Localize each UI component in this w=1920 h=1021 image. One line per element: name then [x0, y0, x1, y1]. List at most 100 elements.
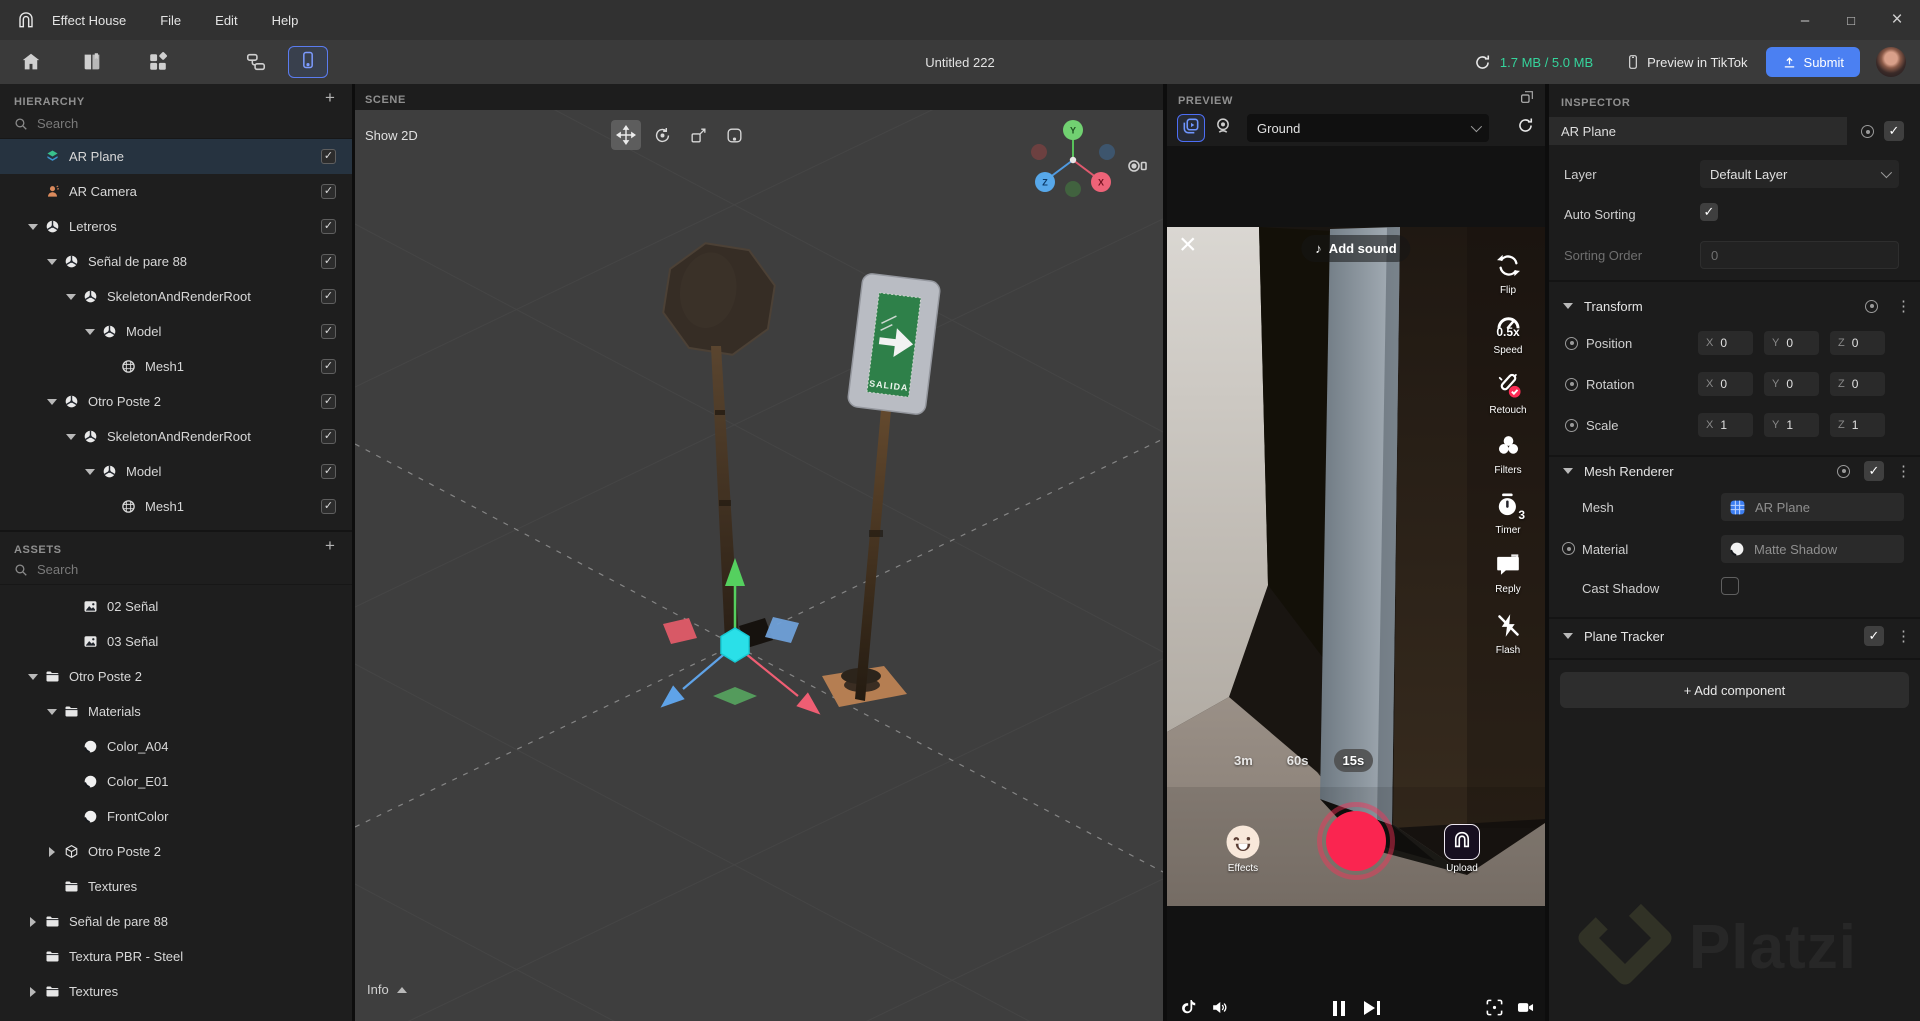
axis-value-field[interactable]: Y1	[1764, 413, 1819, 437]
info-toggle[interactable]: Info	[367, 982, 407, 997]
close-icon[interactable]: ×	[1874, 0, 1920, 40]
hierarchy-row[interactable]: Mesh1 ✓	[0, 489, 352, 524]
scale-tool-icon[interactable]	[683, 120, 713, 150]
hierarchy-row[interactable]: SkeletonAndRenderRoot ✓	[0, 279, 352, 314]
visibility-checkbox[interactable]: ✓	[321, 219, 336, 234]
entity-name-input[interactable]	[1549, 117, 1847, 145]
collapse-arrow-icon[interactable]	[83, 325, 97, 339]
visibility-checkbox[interactable]: ✓	[321, 149, 336, 164]
add-component-button[interactable]: + Add component	[1560, 672, 1909, 708]
move-gizmo-icon[interactable]	[655, 558, 827, 722]
menu-file[interactable]: File	[160, 13, 181, 28]
flip-button[interactable]: Flip	[1477, 252, 1539, 312]
hierarchy-search[interactable]	[0, 110, 352, 139]
asset-row[interactable]: 02 Señal	[0, 589, 352, 624]
duration-option[interactable]: 60s	[1278, 749, 1318, 772]
kebab-menu-icon[interactable]: ⋮	[1896, 297, 1911, 315]
cast-shadow-checkbox[interactable]	[1721, 577, 1739, 595]
collapse-arrow-icon[interactable]	[83, 465, 97, 479]
hierarchy-row[interactable]: AR Plane ✓	[0, 139, 352, 174]
hierarchy-row[interactable]: Otro Poste 2 ✓	[0, 384, 352, 419]
kebab-menu-icon[interactable]: ⋮	[1896, 462, 1911, 480]
tracking-source-dropdown[interactable]: Ground	[1247, 114, 1489, 142]
asset-row[interactable]: FrontColor	[0, 799, 352, 834]
show-2d-button[interactable]: Show 2D	[365, 128, 418, 143]
collapse-arrow-icon[interactable]	[45, 395, 59, 409]
reply-button[interactable]: Reply	[1477, 552, 1539, 612]
effects-button[interactable]	[1225, 824, 1261, 860]
refresh-icon[interactable]	[1473, 53, 1492, 72]
flash-button[interactable]: Flash	[1477, 612, 1539, 672]
target-toggle-icon[interactable]	[1865, 299, 1878, 313]
asset-row[interactable]: Color_A04	[0, 729, 352, 764]
record-button[interactable]	[1317, 802, 1395, 880]
device-preview-button[interactable]	[288, 46, 328, 78]
library-icon[interactable]	[79, 49, 105, 75]
entity-enabled-checkbox[interactable]: ✓	[1884, 121, 1904, 141]
view-orientation-gizmo[interactable]: Y Z X	[1018, 116, 1128, 206]
plane-tracker-section-header[interactable]: Plane Tracker ✓ ⋮	[1549, 621, 1920, 651]
auto-sorting-checkbox[interactable]: ✓	[1700, 203, 1718, 221]
target-toggle-icon[interactable]	[1565, 336, 1578, 350]
target-toggle-icon[interactable]	[1861, 125, 1874, 138]
scene-viewport[interactable]: SALIDA Y Z X Show 2D Info	[355, 110, 1163, 1021]
axis-value-field[interactable]: Z0	[1830, 331, 1885, 355]
menu-help[interactable]: Help	[272, 13, 299, 28]
hierarchy-row[interactable]: Letreros ✓	[0, 209, 352, 244]
speaker-icon[interactable]	[1210, 998, 1229, 1017]
axis-value-field[interactable]: X0	[1698, 331, 1753, 355]
rotate-tool-icon[interactable]	[647, 120, 677, 150]
templates-icon[interactable]	[145, 49, 171, 75]
assets-search[interactable]	[0, 556, 352, 585]
axis-value-field[interactable]: Z1	[1830, 413, 1885, 437]
rect-tool-icon[interactable]	[719, 120, 749, 150]
duration-option[interactable]: 3m	[1225, 749, 1262, 772]
collapse-arrow-icon[interactable]	[26, 670, 40, 684]
maximize-icon[interactable]: □	[1828, 0, 1874, 40]
minimize-icon[interactable]: –	[1782, 0, 1828, 40]
submit-button[interactable]: Submit	[1765, 47, 1860, 77]
simulation-mode-button[interactable]	[1177, 114, 1205, 142]
mesh-value-field[interactable]: AR Plane	[1721, 493, 1904, 521]
visibility-checkbox[interactable]: ✓	[321, 464, 336, 479]
target-toggle-icon[interactable]	[1562, 542, 1575, 555]
material-value-field[interactable]: Matte Shadow	[1721, 535, 1904, 563]
kebab-menu-icon[interactable]: ⋮	[1896, 627, 1911, 645]
asset-row[interactable]: Textura PBR - Steel	[0, 939, 352, 974]
axis-value-field[interactable]: Z0	[1830, 372, 1885, 396]
assets-search-input[interactable]	[37, 562, 237, 577]
visibility-checkbox[interactable]: ✓	[321, 429, 336, 444]
timer-button[interactable]: 3 Timer	[1477, 492, 1539, 552]
visual-scripting-icon[interactable]	[243, 49, 269, 75]
transform-section-header[interactable]: Transform ⋮	[1549, 291, 1920, 321]
asset-row[interactable]: Otro Poste 2	[0, 834, 352, 869]
hierarchy-row[interactable]: Model ✓	[0, 314, 352, 349]
pause-icon[interactable]	[1333, 1001, 1345, 1016]
axis-value-field[interactable]: X0	[1698, 372, 1753, 396]
retouch-button[interactable]: Retouch	[1477, 372, 1539, 432]
hierarchy-row[interactable]: Señal de pare 88 ✓	[0, 244, 352, 279]
mesh-renderer-enabled-checkbox[interactable]: ✓	[1864, 461, 1884, 481]
duration-option[interactable]: 15s	[1333, 749, 1374, 772]
asset-row[interactable]: Color_E01	[0, 764, 352, 799]
visibility-checkbox[interactable]: ✓	[321, 359, 336, 374]
visibility-checkbox[interactable]: ✓	[321, 324, 336, 339]
step-forward-icon[interactable]	[1364, 1001, 1380, 1015]
home-icon[interactable]	[18, 49, 44, 75]
focus-tracking-icon[interactable]	[1485, 998, 1504, 1017]
asset-row[interactable]: Materials	[0, 694, 352, 729]
asset-row[interactable]: Textures	[0, 974, 352, 1009]
menu-edit[interactable]: Edit	[215, 13, 237, 28]
visibility-checkbox[interactable]: ✓	[321, 184, 336, 199]
expand-arrow-icon[interactable]	[26, 985, 40, 999]
expand-arrow-icon[interactable]	[26, 915, 40, 929]
visibility-checkbox[interactable]: ✓	[321, 289, 336, 304]
asset-row[interactable]: Textures	[0, 869, 352, 904]
collapse-arrow-icon[interactable]	[45, 255, 59, 269]
hierarchy-row[interactable]: Model ✓	[0, 454, 352, 489]
visibility-checkbox[interactable]: ✓	[321, 254, 336, 269]
asset-row[interactable]: Señal de pare 88	[0, 904, 352, 939]
target-toggle-icon[interactable]	[1565, 418, 1578, 432]
camera-toggle-icon[interactable]	[1516, 998, 1535, 1017]
collapse-arrow-icon[interactable]	[45, 705, 59, 719]
